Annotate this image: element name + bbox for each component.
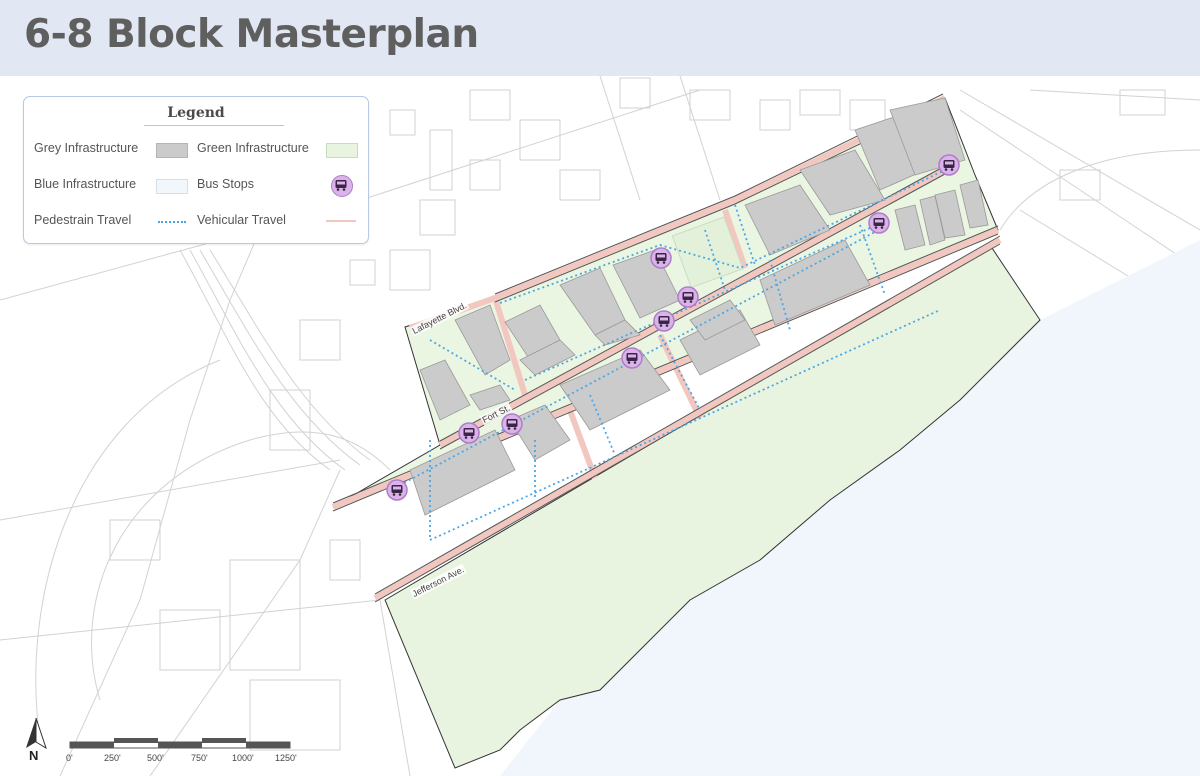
page-title: 6-8 Block Masterplan [24, 12, 479, 57]
legend-swatch-green [326, 143, 358, 158]
bus-stop-icon[interactable] [653, 310, 675, 332]
legend-label-grey: Grey Infrastructure [34, 141, 139, 155]
scale-label-1000: 1000' [232, 753, 254, 763]
legend-title: Legend [167, 105, 225, 121]
legend-label-pedestrian: Pedestrain Travel [34, 213, 132, 227]
legend-divider [144, 125, 284, 126]
scale-label-750: 750' [191, 753, 208, 763]
legend-swatch-blue [156, 179, 188, 194]
header-bar: 6-8 Block Masterplan [0, 0, 1200, 76]
scale-label-0: 0' [66, 753, 73, 763]
north-arrow-icon [26, 717, 47, 750]
legend-swatch-pedestrian [158, 221, 186, 223]
bus-stop-icon[interactable] [650, 247, 672, 269]
scale-label-250: 250' [104, 753, 121, 763]
scale-bar [69, 738, 291, 749]
bus-stop-icon[interactable] [868, 212, 890, 234]
legend: Legend Grey Infrastructure Green Infrast… [23, 96, 369, 244]
legend-swatch-grey [156, 143, 188, 158]
bus-stop-icon[interactable] [386, 479, 408, 501]
north-label: N [29, 748, 39, 763]
bus-stop-icon[interactable] [677, 286, 699, 308]
bus-stop-icon[interactable] [621, 347, 643, 369]
legend-label-blue: Blue Infrastructure [34, 177, 137, 191]
bus-stop-icon[interactable] [938, 154, 960, 176]
legend-label-vehicular: Vehicular Travel [197, 213, 286, 227]
legend-swatch-vehicular [326, 220, 356, 222]
scale-label-1250: 1250' [275, 753, 297, 763]
bus-stop-icon[interactable] [501, 413, 523, 435]
bus-icon [331, 175, 353, 197]
legend-label-green: Green Infrastructure [197, 141, 309, 155]
bus-stop-icon[interactable] [458, 422, 480, 444]
legend-label-bus: Bus Stops [197, 177, 254, 191]
scale-label-500: 500' [147, 753, 164, 763]
